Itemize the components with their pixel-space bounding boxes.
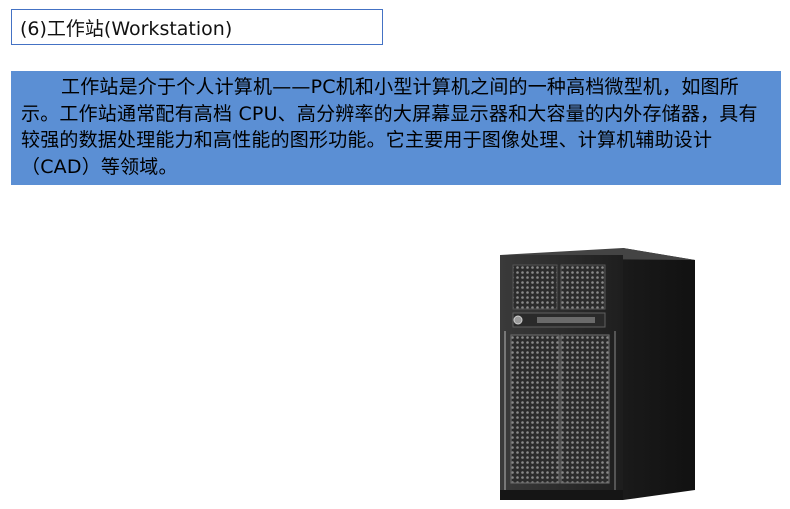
workstation-tower-icon <box>500 248 695 500</box>
drive-bay-right <box>560 264 606 310</box>
brand-plate <box>537 317 595 323</box>
front-door-right <box>560 334 610 484</box>
slide-title-text: (6)工作站(Workstation) <box>20 17 233 40</box>
description-box: 工作站是介于个人计算机——PC机和小型计算机之间的一种高档微型机，如图所示。工作… <box>11 71 781 185</box>
workstation-image <box>495 245 695 500</box>
power-button-icon <box>513 315 523 325</box>
drive-bay-left <box>512 264 558 310</box>
description-text: 工作站是介于个人计算机——PC机和小型计算机之间的一种高档微型机，如图所示。工作… <box>21 76 758 178</box>
slide-title: (6)工作站(Workstation) <box>11 9 383 45</box>
case-side-panel <box>623 248 695 500</box>
front-door-left <box>510 334 560 484</box>
